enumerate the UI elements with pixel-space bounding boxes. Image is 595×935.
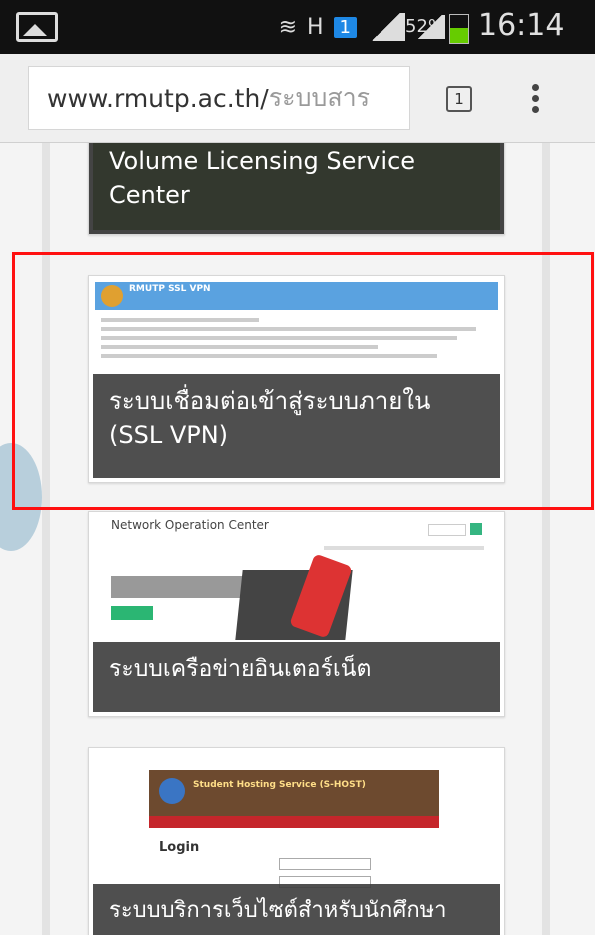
thumb-username-field: [279, 858, 371, 870]
thumb-nav: [149, 816, 439, 828]
browser-toolbar: www.rmutp.ac.th/ ระบบสาร 1: [0, 54, 595, 143]
card-network[interactable]: Network Operation Center ระบบเครือข่ายอิ…: [88, 511, 505, 717]
page-border-left: [42, 143, 50, 935]
address-bar[interactable]: www.rmutp.ac.th/ ระบบสาร: [28, 66, 410, 130]
url-path: ระบบสาร: [268, 83, 371, 112]
battery-percent: 52%: [405, 16, 446, 37]
page-content[interactable]: Volume Licensing Service Center RMUTP SS…: [0, 143, 595, 935]
thumb-header: RMUTP SSL VPN: [129, 284, 211, 294]
thumb-search-button: [470, 523, 482, 535]
network-h-icon: H: [307, 14, 324, 40]
signal-icon: [367, 13, 405, 41]
thumb-body: [101, 318, 496, 363]
thumb-read-more: [111, 606, 153, 620]
vibrate-mute-icon: ≋: [278, 14, 297, 40]
card-caption: ระบบบริการเว็บไซต์สำหรับนักศึกษา: [93, 884, 500, 935]
card-thumbnail: RMUTP SSL VPN: [95, 282, 498, 310]
thumb-search: [428, 524, 466, 536]
clock: 16:14: [478, 8, 565, 43]
battery-icon: [449, 14, 469, 44]
thumb-header: Student Hosting Service (S-HOST): [193, 780, 366, 790]
thumb-login-label: Login: [159, 840, 200, 855]
tabs-button[interactable]: 1: [446, 86, 472, 112]
thumb-header: Network Operation Center: [111, 518, 269, 532]
card-caption: Volume Licensing Service Center: [93, 143, 500, 230]
university-logo-icon: [101, 285, 123, 307]
card-student-hosting[interactable]: Student Hosting Service (S-HOST) Login ร…: [88, 747, 505, 935]
floating-bubble-icon[interactable]: [0, 443, 42, 551]
sim-1-icon: 1: [333, 16, 357, 38]
card-thumbnail: Student Hosting Service (S-HOST): [149, 770, 439, 816]
image-icon: [16, 12, 58, 42]
battery-level: [450, 28, 468, 43]
thumb-banner: [111, 576, 251, 598]
thumb-nav: [324, 546, 484, 550]
card-caption: ระบบเครือข่ายอินเตอร์เน็ต: [93, 642, 500, 712]
card-caption: ระบบเชื่อมต่อเข้าสู่ระบบภายใน (SSL VPN): [93, 374, 500, 478]
globe-logo-icon: [159, 778, 185, 804]
card-volume-licensing[interactable]: Volume Licensing Service Center: [88, 143, 505, 235]
card-ssl-vpn[interactable]: RMUTP SSL VPN ระบบเชื่อมต่อเข้าสู่ระบบภา…: [88, 275, 505, 483]
url-host: www.rmutp.ac.th/: [47, 83, 269, 113]
status-bar: ≋ H 1 52% 16:14: [0, 0, 595, 54]
overflow-menu-icon[interactable]: [528, 84, 542, 118]
page-border-right: [542, 143, 550, 935]
